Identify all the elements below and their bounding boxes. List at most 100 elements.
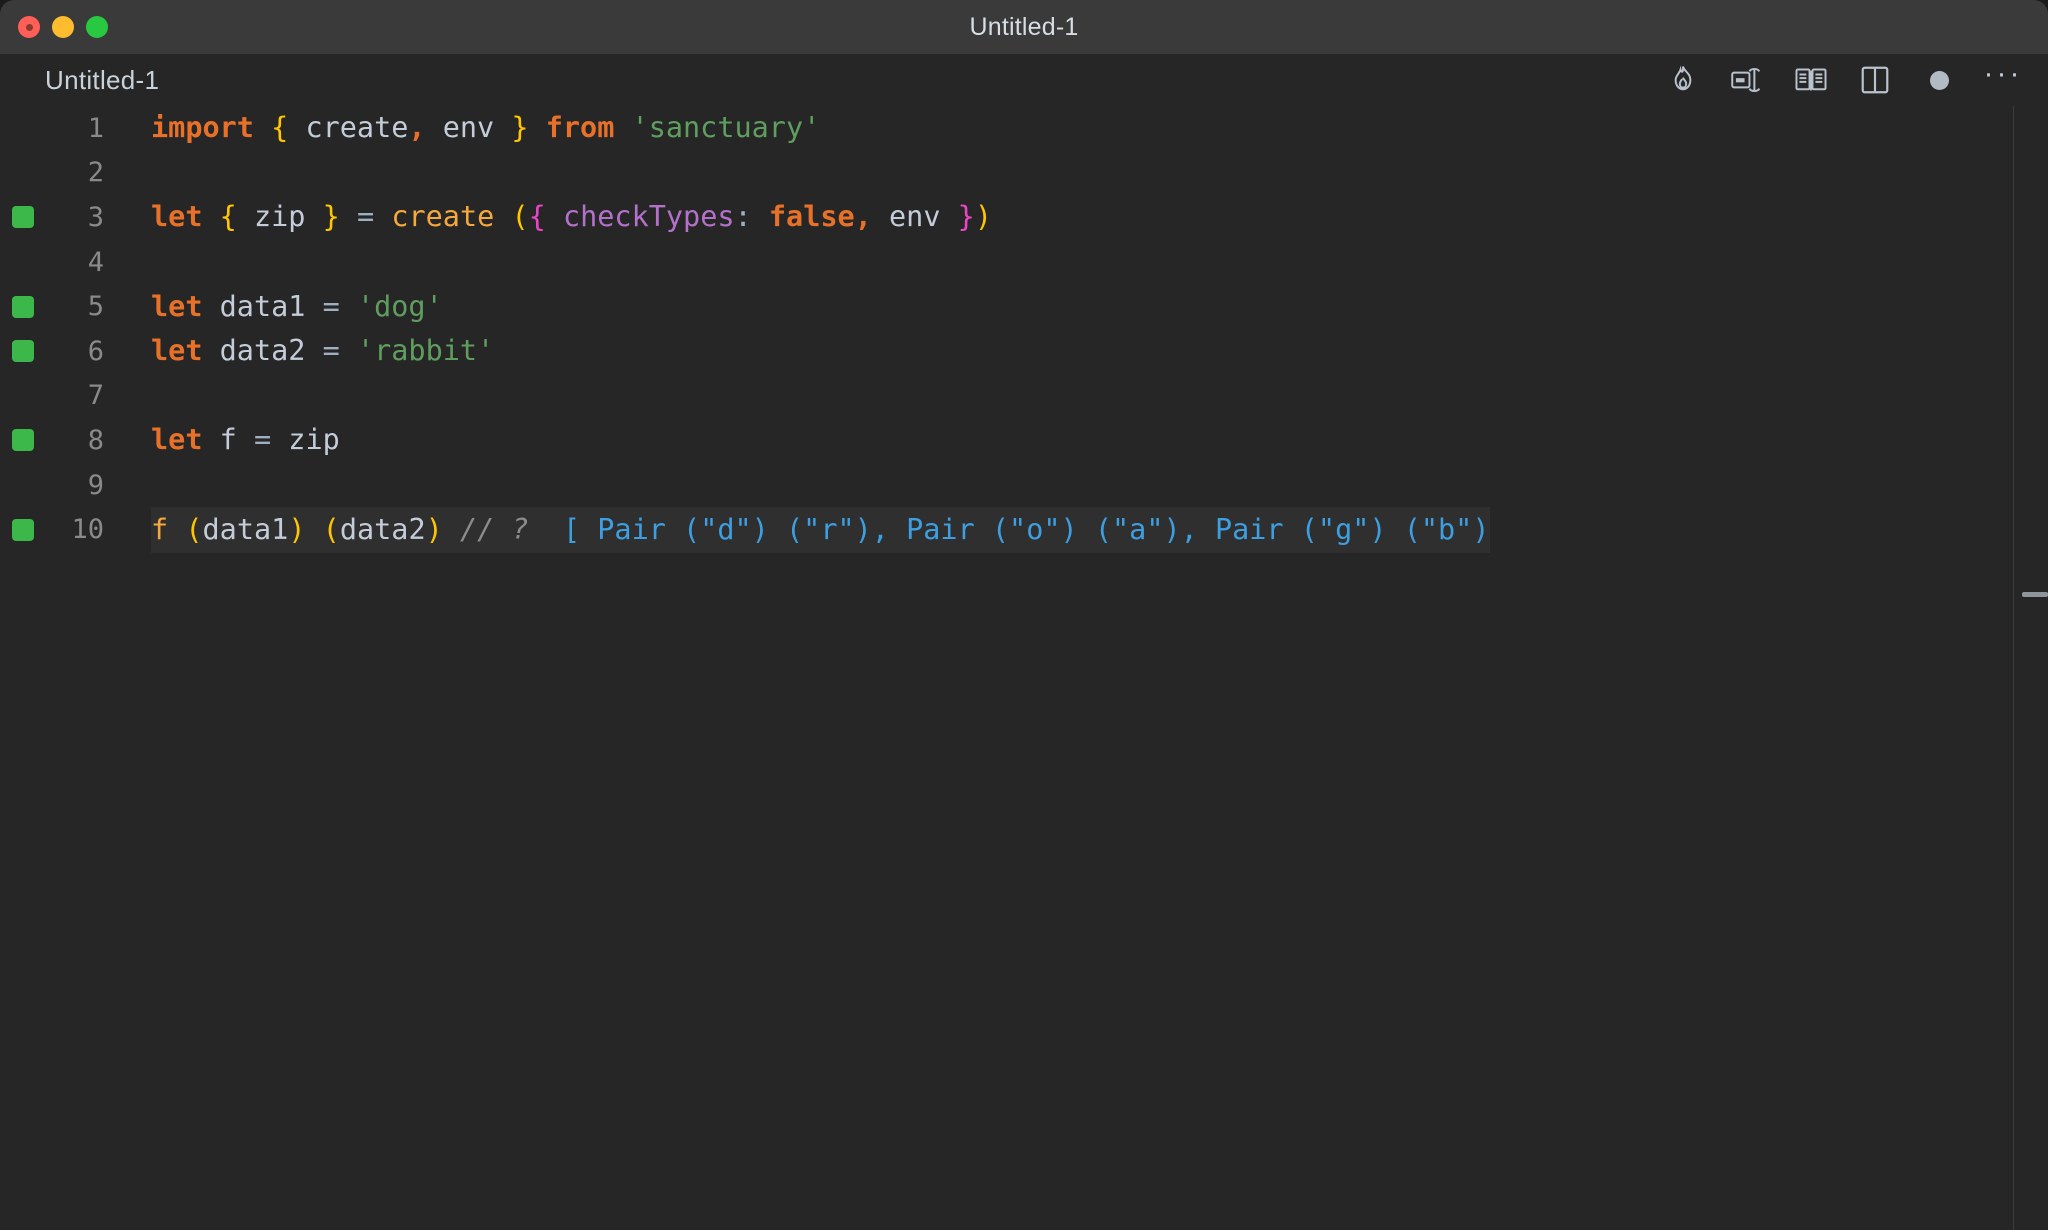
gutter-marker-cell: [0, 251, 46, 273]
code-line-content[interactable]: let { zip } = create ({ checkTypes: fals…: [151, 194, 992, 240]
code-token: [ Pair ("d") ("r"), Pair ("o") ("a"), Pa…: [562, 512, 1490, 546]
minimize-window-button[interactable]: [52, 16, 74, 38]
line-number: 1: [87, 112, 104, 144]
code-lines: 1 import { create, env } from 'sanctuary'…: [0, 106, 2048, 553]
unsaved-dot-icon[interactable]: [1922, 63, 1956, 97]
code-token: }: [957, 200, 975, 234]
quokka-flame-icon[interactable]: [1666, 63, 1700, 97]
code-line-10[interactable]: 10 f (data1) (data2) // ? [ Pair ("d") ("…: [0, 506, 2048, 553]
traffic-light-controls: [18, 0, 108, 54]
code-token: }: [322, 200, 340, 234]
line-number: 8: [87, 424, 104, 456]
code-token: f: [151, 512, 169, 546]
quokka-line-marker-icon[interactable]: [12, 340, 34, 363]
editor-tabbar: Untitled-1 ···: [0, 54, 2048, 106]
quokka-line-marker-icon[interactable]: [12, 429, 34, 452]
split-editor-icon[interactable]: [1858, 63, 1892, 97]
code-token: import: [151, 111, 254, 145]
code-token: let: [151, 289, 203, 323]
code-line-2[interactable]: 2: [0, 151, 2048, 196]
quokka-line-marker-icon[interactable]: [12, 518, 34, 541]
gutter-marker-cell: [0, 474, 46, 496]
gutter-marker-cell: [0, 340, 46, 363]
code-token: :: [734, 200, 752, 234]
code-line-content[interactable]: f (data1) (data2) // ? [ Pair ("d") ("r"…: [151, 506, 1490, 553]
code-line-content[interactable]: let data2 = 'rabbit': [151, 328, 494, 374]
code-token: data2: [339, 512, 426, 546]
code-token: data2: [202, 334, 323, 368]
code-line-5[interactable]: 5 let data1 = 'dog': [0, 284, 2048, 329]
code-editor[interactable]: 1 import { create, env } from 'sanctuary'…: [0, 106, 2048, 1230]
code-token: =: [253, 423, 272, 457]
code-token: create: [391, 200, 495, 234]
more-actions-label: ···: [1983, 57, 2023, 90]
quokka-line-marker-icon[interactable]: [12, 206, 34, 229]
line-number: 5: [87, 291, 104, 323]
code-token: =: [322, 334, 340, 368]
code-line-9[interactable]: 9: [0, 463, 2048, 508]
line-number: 10: [71, 514, 104, 546]
code-line-content[interactable]: let f = zip: [151, 417, 340, 463]
code-token: data1: [202, 289, 323, 323]
more-actions-icon[interactable]: ···: [1983, 57, 2023, 97]
line-number: 2: [87, 157, 104, 189]
code-token: env: [425, 111, 512, 145]
open-preview-icon[interactable]: [1794, 63, 1828, 97]
window-titlebar: Untitled-1: [0, 0, 2048, 54]
maximize-window-button[interactable]: [86, 16, 108, 38]
code-token: {: [219, 200, 237, 234]
code-token: zip: [236, 200, 323, 234]
gutter-marker-cell: [0, 117, 46, 139]
editor-toolbar: ···: [1666, 54, 2020, 106]
code-token: f: [202, 423, 254, 457]
code-token: ): [288, 512, 306, 546]
code-line-7[interactable]: 7: [0, 374, 2048, 419]
gutter-marker-cell: [0, 162, 46, 184]
horizontal-scrollbar-thumb[interactable]: [2022, 592, 2048, 597]
gutter-marker-cell: [0, 295, 46, 318]
tab-untitled-1[interactable]: Untitled-1: [45, 65, 159, 96]
line-number: 7: [87, 380, 104, 412]
code-token: 'sanctuary': [631, 111, 821, 145]
code-line-4[interactable]: 4: [0, 240, 2048, 285]
code-line-6[interactable]: 6 let data2 = 'rabbit': [0, 329, 2048, 374]
line-number: 6: [87, 335, 104, 367]
quokka-line-marker-icon[interactable]: [12, 295, 34, 318]
code-line-content[interactable]: import { create, env } from 'sanctuary': [151, 106, 820, 151]
code-token: data1: [202, 512, 289, 546]
line-number: 4: [87, 246, 104, 278]
gutter-marker-cell: [0, 385, 46, 407]
code-line-8[interactable]: 8 let f = zip: [0, 418, 2048, 463]
code-token: 'rabbit': [356, 334, 495, 368]
code-token: zip: [271, 423, 340, 457]
run-code-icon[interactable]: [1730, 63, 1764, 97]
close-window-button[interactable]: [18, 16, 40, 38]
code-token: 'dog': [356, 289, 443, 323]
code-line-3[interactable]: 3 let { zip } = create ({ checkTypes: fal…: [0, 195, 2048, 240]
code-token: let: [151, 423, 203, 457]
code-token: false: [768, 200, 855, 234]
code-token: (: [185, 512, 203, 546]
editor-window: Untitled-1 Untitled-1 ··· 1 import {cre…: [0, 0, 2048, 1230]
code-line-1[interactable]: 1 import { create, env } from 'sanctuary': [0, 106, 2048, 151]
code-token: =: [322, 289, 340, 323]
code-line-content[interactable]: let data1 = 'dog': [151, 284, 443, 330]
gutter-marker-cell: [0, 518, 46, 541]
code-token: (: [511, 200, 529, 234]
code-token: (: [322, 512, 340, 546]
code-token: }: [511, 111, 529, 145]
gutter-marker-cell: [0, 429, 46, 452]
